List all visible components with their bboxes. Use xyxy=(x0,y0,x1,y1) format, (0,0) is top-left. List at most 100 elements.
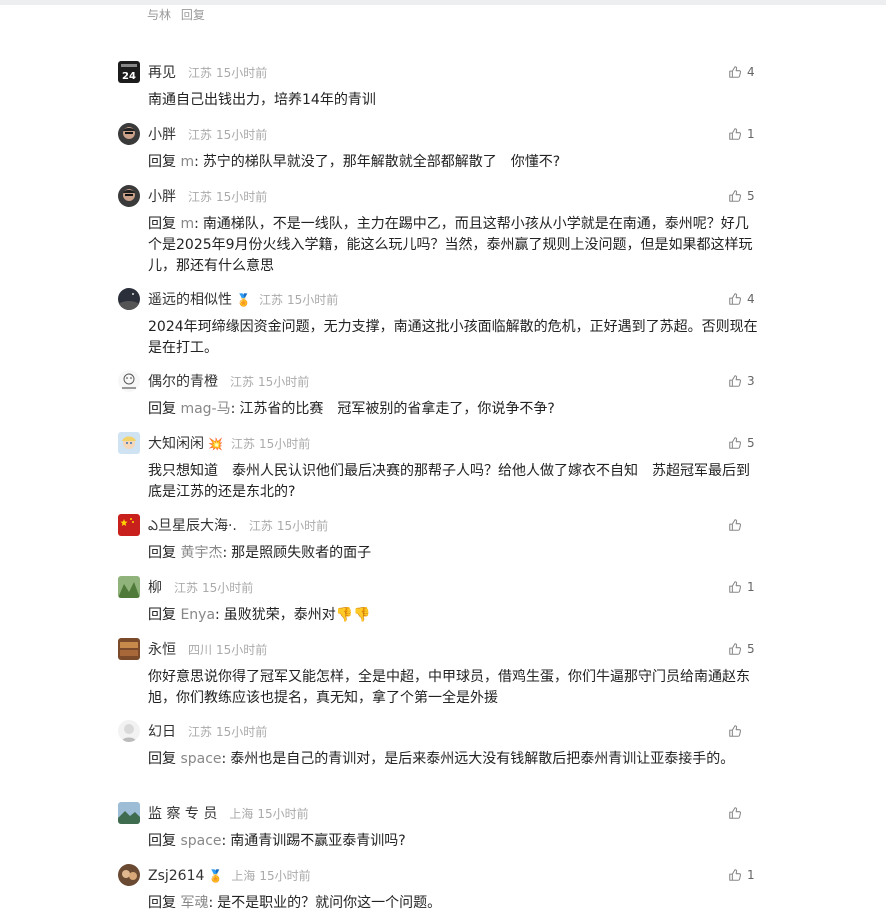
reply-mention[interactable]: 军魂 xyxy=(180,895,208,911)
avatar[interactable]: 24 xyxy=(118,61,140,83)
reply-label: 回复 xyxy=(148,751,176,767)
commenter-name[interactable]: 柳 xyxy=(148,580,162,596)
avatar[interactable] xyxy=(118,720,140,742)
comment-body: 是不是职业的？就问你这一个问题。 xyxy=(217,895,442,911)
reply-mention[interactable]: m xyxy=(180,154,194,170)
comment-text: 回复 Enya: 虽败犹荣，泰州对👎👎 xyxy=(148,607,371,623)
comment-body: 南通青训踢不赢亚泰青训吗? xyxy=(230,833,406,849)
commenter-name[interactable]: 小胖 xyxy=(148,127,176,143)
reply-mention[interactable]: mag-马 xyxy=(180,401,230,417)
timestamp: 15小时前 xyxy=(216,128,268,142)
avatar[interactable] xyxy=(118,864,140,886)
comment-text: 回复 黄宇杰: 那是照顾失败者的面子 xyxy=(148,545,372,561)
previous-reply-link[interactable]: 回复 xyxy=(181,8,205,22)
reply-mention[interactable]: m xyxy=(180,216,194,232)
comment-body: 南通梯队，不是一线队，主力在踢中乙，而且这帮小孩从小学就是在南通，泰州呢？好几个… xyxy=(148,216,753,274)
timestamp: 15小时前 xyxy=(202,581,254,595)
like-button[interactable] xyxy=(728,722,747,740)
timestamp: 15小时前 xyxy=(259,869,311,883)
thumbs-up-icon xyxy=(729,293,742,305)
thumbs-up-icon xyxy=(729,725,742,737)
commenter-name[interactable]: 遥远的相似性 xyxy=(148,292,232,308)
location: 江苏 xyxy=(258,293,283,307)
like-count: 5 xyxy=(747,642,755,656)
comment-text: 我只想知道 泰州人民认识他们最后决赛的那帮子人吗？给他人做了嫁衣不自知 苏超冠军… xyxy=(148,461,758,503)
timestamp: 15小时前 xyxy=(216,725,268,739)
reply-label: 回复 xyxy=(148,401,176,417)
commenter-name[interactable]: 大知闲闲 xyxy=(148,436,204,452)
location: 江苏 xyxy=(230,375,255,389)
comment-text: 回复 space: 泰州也是自己的青训对，是后来泰州远大没有钱解散后把泰州青训让亚… xyxy=(148,751,735,767)
timestamp: 15小时前 xyxy=(216,643,268,657)
timestamp: 15小时前 xyxy=(216,190,268,204)
avatar[interactable] xyxy=(118,514,140,536)
thumbs-up-icon xyxy=(729,581,742,593)
like-count: 5 xyxy=(747,436,755,450)
like-button[interactable]: 1 xyxy=(728,125,755,143)
commenter-name[interactable]: Zsj2614 xyxy=(148,868,204,884)
location: 江苏 xyxy=(188,66,213,80)
like-count: 3 xyxy=(747,374,755,388)
like-button[interactable]: 5 xyxy=(728,434,755,452)
reply-label: 回复 xyxy=(148,895,176,911)
thumbs-up-icon xyxy=(729,807,742,819)
comment-body: 那是照顾失败者的面子 xyxy=(231,545,372,561)
location: 四川 xyxy=(188,643,213,657)
avatar[interactable] xyxy=(118,638,140,660)
comment-body: 虽败犹荣，泰州对👎👎 xyxy=(223,607,371,623)
timestamp: 15小时前 xyxy=(258,437,311,451)
comment-text: 回复 m: 苏宁的梯队早就没了，那年解散就全部都解散了 你懂不? xyxy=(148,154,561,170)
commenter-name[interactable]: ఎ旦星辰大海·. xyxy=(148,518,237,534)
reply-mention[interactable]: Enya xyxy=(180,607,215,623)
previous-comment-footer: 与林 回复 xyxy=(147,6,211,23)
commenter-name[interactable]: 永恒 xyxy=(148,642,176,658)
comment-text: 南通自己出钱出力，培养14年的青训 xyxy=(148,90,758,111)
like-count: 1 xyxy=(747,127,755,141)
avatar[interactable] xyxy=(118,432,140,454)
reply-mention[interactable]: 黄宇杰 xyxy=(180,545,222,561)
comment-text: 回复 space: 南通青训踢不赢亚泰青训吗? xyxy=(148,833,406,849)
thumbs-up-icon xyxy=(729,643,742,655)
commenter-name[interactable]: 小胖 xyxy=(148,189,176,205)
commenter-name[interactable]: 幻日 xyxy=(148,724,176,740)
reply-label: 回复 xyxy=(148,545,176,561)
like-count: 5 xyxy=(747,189,755,203)
like-button[interactable]: 1 xyxy=(728,578,755,596)
avatar[interactable] xyxy=(118,802,140,824)
like-button[interactable]: 5 xyxy=(728,640,755,658)
commenter-name[interactable]: 监 察 专 员 xyxy=(148,806,217,822)
commenter-name[interactable]: 再见 xyxy=(148,65,176,81)
avatar[interactable] xyxy=(118,576,140,598)
previous-author-fragment: 与林 xyxy=(147,8,172,22)
timestamp: 15小时前 xyxy=(257,807,309,821)
comment-text: 回复 m: 南通梯队，不是一线队，主力在踢中乙，而且这帮小孩从小学就是在南通，泰州… xyxy=(148,216,753,274)
thumbs-up-icon xyxy=(729,437,742,449)
like-button[interactable]: 3 xyxy=(728,372,755,390)
like-button[interactable]: 4 xyxy=(728,290,755,308)
thumbs-up-icon xyxy=(729,519,742,531)
avatar[interactable] xyxy=(118,288,140,310)
top-divider xyxy=(0,0,886,5)
avatar[interactable] xyxy=(118,185,140,207)
like-button[interactable] xyxy=(728,516,747,534)
comment-body: 南通自己出钱出力，培养14年的青训 xyxy=(148,92,376,108)
like-button[interactable]: 1 xyxy=(728,866,755,884)
comment-text: 2024年珂缔缘因资金问题，无力支撑，南通这批小孩面临解散的危机，正好遇到了苏超… xyxy=(148,317,758,359)
location: 江苏 xyxy=(174,581,199,595)
avatar[interactable] xyxy=(118,370,140,392)
thumbs-up-icon xyxy=(729,375,742,387)
commenter-name[interactable]: 偶尔的青橙 xyxy=(148,374,218,390)
location: 上海 xyxy=(231,869,256,883)
reply-mention[interactable]: space xyxy=(180,833,221,849)
reply-label: 回复 xyxy=(148,154,176,170)
location: 江苏 xyxy=(188,128,213,142)
location: 江苏 xyxy=(188,725,213,739)
like-button[interactable]: 5 xyxy=(728,187,755,205)
thumbs-up-icon xyxy=(729,190,742,202)
reply-mention[interactable]: space xyxy=(180,751,221,767)
thumbs-up-icon xyxy=(729,869,742,881)
like-button[interactable] xyxy=(728,804,747,822)
avatar[interactable] xyxy=(118,123,140,145)
like-button[interactable]: 4 xyxy=(728,63,755,81)
user-badge-icon: 🏅 xyxy=(236,293,251,307)
